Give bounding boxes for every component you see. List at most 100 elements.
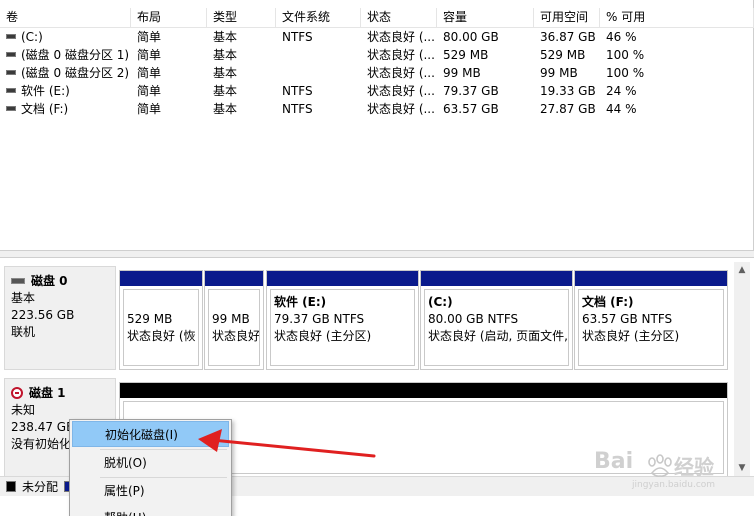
col-header-capacity[interactable]: 容量 <box>437 8 534 28</box>
legend-unallocated-swatch <box>6 481 16 492</box>
volume-filesystem <box>276 46 361 64</box>
volume-layout: 简单 <box>137 30 162 44</box>
volume-filesystem: NTFS <box>282 84 313 98</box>
table-row[interactable]: (磁盘 0 磁盘分区 2) 简单 基本 状态良好 (... 99 MB 99 M… <box>0 64 754 82</box>
volume-list: 卷 布局 类型 文件系统 状态 容量 可用空间 % 可用 (C:) 简单 基本 … <box>0 0 754 250</box>
volume-name: (磁盘 0 磁盘分区 1) <box>21 48 130 62</box>
volume-capacity: 80.00 GB <box>443 30 499 44</box>
volume-name: (C:) <box>21 30 43 44</box>
scroll-down-arrow-icon[interactable]: ▼ <box>736 462 748 474</box>
volume-free-space: 27.87 GB <box>540 102 596 116</box>
volume-filesystem <box>276 64 361 82</box>
partition-bar <box>120 271 202 286</box>
partition-bar <box>421 271 572 286</box>
col-header-layout[interactable]: 布局 <box>131 8 207 28</box>
partition-status: 状态良好 <box>212 329 260 343</box>
volume-status: 状态良好 (... <box>367 84 435 98</box>
volume-free-space: 529 MB <box>540 48 586 62</box>
legend-unallocated-label: 未分配 <box>22 480 59 494</box>
partition-e[interactable]: 软件 (E:) 79.37 GB NTFS 状态良好 (主分区) <box>266 270 419 370</box>
menu-item-properties[interactable]: 属性(P) <box>72 478 229 504</box>
unallocated-bar <box>120 383 727 398</box>
partition-bar <box>267 271 418 286</box>
partition-size: 63.57 GB NTFS <box>582 312 673 326</box>
table-row[interactable]: 软件 (E:) 简单 基本 NTFS 状态良好 (... 79.37 GB 19… <box>0 82 754 100</box>
volume-type: 基本 <box>213 102 238 116</box>
volume-layout: 简单 <box>137 66 162 80</box>
partition-recovery[interactable]: 529 MB 状态良好 (恢 <box>119 270 203 370</box>
volume-name: 文档 (F:) <box>21 102 69 116</box>
scroll-up-arrow-icon[interactable]: ▲ <box>736 264 748 276</box>
volume-capacity: 99 MB <box>443 66 481 80</box>
volume-icon <box>6 88 16 93</box>
col-header-volume[interactable]: 卷 <box>0 8 131 28</box>
col-header-status[interactable]: 状态 <box>361 8 437 28</box>
volume-name: (磁盘 0 磁盘分区 2) <box>21 66 130 80</box>
col-header-type[interactable]: 类型 <box>207 8 276 28</box>
partition-size: 80.00 GB NTFS <box>428 312 519 326</box>
hard-disk-icon <box>11 277 25 284</box>
disk-title: 磁盘 1 <box>29 386 66 400</box>
partition-size: 79.37 GB NTFS <box>274 312 365 326</box>
disk-kind: 未知 <box>11 403 36 417</box>
table-row[interactable]: (磁盘 0 磁盘分区 1) 简单 基本 状态良好 (... 529 MB 529… <box>0 46 754 64</box>
disk-state: 联机 <box>11 325 36 339</box>
volume-name: 软件 (E:) <box>21 84 70 98</box>
disk-size: 223.56 GB <box>11 308 75 322</box>
volume-status: 状态良好 (... <box>367 48 435 62</box>
volume-percent-free: 44 % <box>606 102 637 116</box>
volume-icon <box>6 70 16 75</box>
volume-filesystem: NTFS <box>282 30 313 44</box>
partition-status: 状态良好 (主分区) <box>274 329 372 343</box>
volume-capacity: 63.57 GB <box>443 102 499 116</box>
partition-status: 状态良好 (恢 <box>127 329 196 343</box>
menu-item-help[interactable]: 帮助(H) <box>72 505 229 516</box>
volume-free-space: 99 MB <box>540 66 578 80</box>
disk-view-scrollbar[interactable]: ▲ ▼ <box>734 262 750 476</box>
partition-size: 529 MB <box>127 312 173 326</box>
volume-capacity: 529 MB <box>443 48 489 62</box>
disk-title: 磁盘 0 <box>31 274 68 288</box>
volume-status: 状态良好 (... <box>367 102 435 116</box>
partition-status: 状态良好 (主分区) <box>582 329 680 343</box>
partition-status: 状态良好 (启动, 页面文件, <box>428 329 568 343</box>
pane-splitter[interactable] <box>0 250 754 258</box>
menu-item-offline[interactable]: 脱机(O) <box>72 450 229 476</box>
volume-free-space: 19.33 GB <box>540 84 596 98</box>
volume-icon <box>6 52 16 57</box>
partition-c[interactable]: (C:) 80.00 GB NTFS 状态良好 (启动, 页面文件, <box>420 270 573 370</box>
volume-type: 基本 <box>213 48 238 62</box>
partition-bar <box>575 271 727 286</box>
partition-f[interactable]: 文档 (F:) 63.57 GB NTFS 状态良好 (主分区) <box>574 270 728 370</box>
col-header-filesystem[interactable]: 文件系统 <box>276 8 361 28</box>
volume-percent-free: 24 % <box>606 84 637 98</box>
partition-size: 99 MB <box>212 312 250 326</box>
table-row[interactable]: (C:) 简单 基本 NTFS 状态良好 (... 80.00 GB 36.87… <box>0 28 754 46</box>
partition-name: 文档 (F:) <box>582 295 634 309</box>
context-menu: 初始化磁盘(I) 脱机(O) 属性(P) 帮助(H) <box>69 419 232 516</box>
volume-layout: 简单 <box>137 48 162 62</box>
volume-percent-free: 100 % <box>606 48 645 62</box>
disk-error-icon <box>11 386 23 399</box>
volume-list-header: 卷 布局 类型 文件系统 状态 容量 可用空间 % 可用 <box>0 8 754 28</box>
disk-management-window: 卷 布局 类型 文件系统 状态 容量 可用空间 % 可用 (C:) 简单 基本 … <box>0 0 754 516</box>
volume-percent-free: 46 % <box>606 30 637 44</box>
volume-type: 基本 <box>213 30 238 44</box>
volume-icon <box>6 106 16 111</box>
partition-name: 软件 (E:) <box>274 295 327 309</box>
partition-efi[interactable]: 99 MB 状态良好 <box>204 270 264 370</box>
volume-icon <box>6 34 16 39</box>
table-row[interactable]: 文档 (F:) 简单 基本 NTFS 状态良好 (... 63.57 GB 27… <box>0 100 754 118</box>
volume-capacity: 79.37 GB <box>443 84 499 98</box>
col-header-free-space[interactable]: 可用空间 <box>534 8 600 28</box>
col-header-percent-free[interactable]: % 可用 <box>600 8 754 28</box>
menu-item-initialize-disk[interactable]: 初始化磁盘(I) <box>72 421 229 447</box>
volume-layout: 简单 <box>137 84 162 98</box>
partition-name: (C:) <box>428 295 453 309</box>
volume-layout: 简单 <box>137 102 162 116</box>
disk-kind: 基本 <box>11 291 36 305</box>
disk-0-info[interactable]: 磁盘 0 基本 223.56 GB 联机 <box>4 266 116 370</box>
volume-status: 状态良好 (... <box>367 66 435 80</box>
volume-percent-free: 100 % <box>606 66 645 80</box>
volume-filesystem: NTFS <box>282 102 313 116</box>
